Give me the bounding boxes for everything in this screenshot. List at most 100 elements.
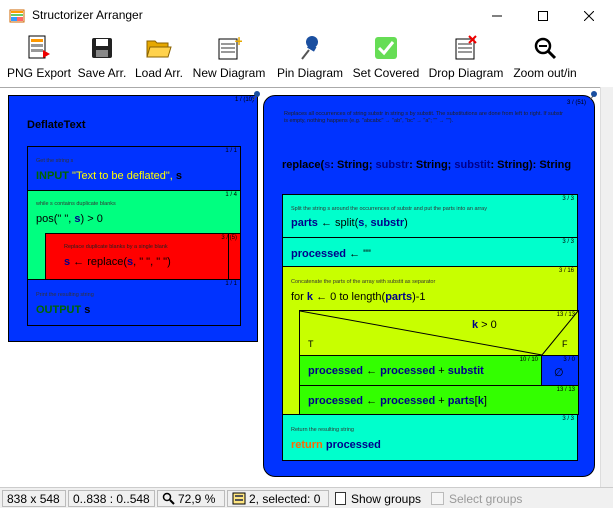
drawing-range: 0..838 : 0..548 bbox=[68, 490, 155, 507]
input-keyword: INPUT bbox=[36, 170, 69, 182]
drop-diagram-icon bbox=[455, 35, 477, 60]
then-branch-assignment[interactable]: 10 / 10 processed ← processed + substit bbox=[299, 355, 542, 386]
if-element[interactable]: 13 / 13 k > 0 T F 10 / 10 processed ← pr… bbox=[299, 310, 579, 386]
zoom-value: 72,9 % bbox=[178, 491, 216, 506]
param-name: substr bbox=[375, 159, 410, 171]
return-element[interactable]: 3 / 3 Return the resulting string return… bbox=[282, 414, 578, 461]
element-counter: 3 / 16 bbox=[558, 268, 574, 274]
title-bar: Structorizer Arranger bbox=[0, 0, 613, 31]
close-button[interactable] bbox=[566, 0, 612, 31]
new-diagram-icon: + bbox=[218, 35, 242, 60]
plus-operator: + bbox=[435, 365, 448, 377]
true-label: T bbox=[308, 339, 314, 349]
init-assignment[interactable]: 3 / 3 processed ← "" bbox=[282, 237, 578, 267]
loop-condition-suffix: ) > 0 bbox=[80, 213, 103, 225]
drawing-size: 838 x 548 bbox=[2, 490, 66, 507]
assign-argument: substit bbox=[447, 365, 484, 377]
assign-args: , " ", " ") bbox=[133, 256, 171, 268]
while-loop[interactable]: 1 / 4 while s contains duplicate blanks … bbox=[27, 190, 241, 280]
show-groups-label: Show groups bbox=[350, 491, 421, 506]
element-comment: Replace duplicate blanks by a single bla… bbox=[64, 244, 168, 250]
else-branch-empty[interactable]: 3 / 0 ∅ bbox=[541, 355, 579, 386]
save-icon bbox=[92, 38, 112, 58]
output-keyword: OUTPUT bbox=[36, 304, 82, 316]
drop-diagram-button[interactable]: Drop Diagram bbox=[426, 34, 506, 84]
maximize-icon bbox=[538, 10, 548, 21]
assign-expression: ← replace( bbox=[70, 256, 127, 268]
close-icon bbox=[584, 10, 594, 21]
new-diagram-button[interactable]: + New Diagram bbox=[190, 34, 268, 84]
zoom-icon bbox=[534, 37, 557, 60]
diagram-deflatetext[interactable]: 1 / (10) DeflateText 1 / 1 Get the strin… bbox=[8, 91, 260, 342]
diagram-replace[interactable]: 3 / (51) Replaces all occurrences of str… bbox=[263, 91, 597, 477]
select-groups-label: Select groups bbox=[449, 491, 523, 506]
param-type: : String; bbox=[409, 159, 455, 171]
element-comment: Get the string s bbox=[36, 158, 74, 164]
vertical-scrollbar[interactable] bbox=[600, 87, 613, 487]
diagram-comment: Replaces all occurrences of string subst… bbox=[284, 111, 563, 124]
if-condition-triangle bbox=[300, 311, 579, 356]
element-comment: Print the resulting string bbox=[36, 292, 94, 298]
checkbox-box[interactable] bbox=[335, 492, 346, 505]
concat-assignment[interactable]: 13 / 13 processed ← processed + parts[k] bbox=[299, 385, 579, 415]
show-groups-checkbox[interactable]: Show groups bbox=[331, 490, 425, 507]
param-type: : String): String bbox=[490, 159, 572, 171]
assign-expression: ← split( bbox=[317, 217, 359, 229]
element-counter: 10 / 10 bbox=[519, 357, 538, 363]
maximize-button[interactable] bbox=[520, 0, 566, 31]
toolbar-label: Load Arr. bbox=[134, 66, 184, 80]
close-paren: ) bbox=[404, 217, 408, 229]
folder-open-icon bbox=[146, 40, 172, 58]
load-arrangement-button[interactable]: Load Arr. bbox=[133, 34, 185, 84]
input-element[interactable]: 1 / 1 Get the string s INPUT "Text to be… bbox=[27, 146, 241, 191]
select-groups-checkbox[interactable]: Select groups bbox=[427, 490, 527, 507]
toolbar: PNG Export Save Arr. Load Arr. + New Dia… bbox=[0, 31, 613, 86]
index-close: ] bbox=[483, 395, 487, 407]
toolbar-label: Drop Diagram bbox=[428, 66, 504, 80]
zoom-button[interactable]: Zoom out/in bbox=[511, 34, 579, 84]
window-title: Structorizer Arranger bbox=[32, 8, 143, 22]
element-counter: 1 / 1 bbox=[225, 281, 237, 287]
png-export-button[interactable]: PNG Export bbox=[6, 34, 72, 84]
for-keyword: for bbox=[291, 291, 307, 303]
assign-argument: substr bbox=[370, 217, 405, 229]
toolbar-label: PNG Export bbox=[6, 66, 72, 80]
input-variable: s bbox=[175, 170, 182, 182]
pin-diagram-button[interactable]: Pin Diagram bbox=[274, 34, 346, 84]
checkbox-box-disabled[interactable] bbox=[431, 492, 444, 505]
empty-set-glyph: ∅ bbox=[554, 367, 564, 379]
split-assignment[interactable]: 3 / 3 Split the string s around the occu… bbox=[282, 194, 578, 238]
assign-operator: ← bbox=[363, 395, 381, 407]
return-variable: processed bbox=[325, 439, 381, 451]
output-element[interactable]: 1 / 1 Print the resulting string OUTPUT … bbox=[27, 279, 241, 326]
pin-icon bbox=[301, 36, 318, 60]
function-name: replace( bbox=[282, 159, 325, 171]
toolbar-label: Pin Diagram bbox=[276, 66, 344, 80]
set-covered-button[interactable]: Set Covered bbox=[350, 34, 422, 84]
loop-range: ← 0 to length( bbox=[313, 291, 386, 303]
assign-argument: processed bbox=[380, 365, 436, 377]
zoom-level: 72,9 % bbox=[157, 490, 225, 507]
pin-marker-icon bbox=[589, 91, 597, 100]
element-counter: 1 / 1 bbox=[225, 148, 237, 154]
diagram-count: 2, selected: 0 bbox=[227, 490, 329, 507]
loop-condition-prefix: pos(" ", bbox=[36, 213, 75, 225]
element-comment: Return the resulting string bbox=[291, 427, 354, 433]
arranger-canvas[interactable]: 1 / (10) DeflateText 1 / 1 Get the strin… bbox=[0, 87, 600, 487]
replace-assignment[interactable]: 3 / (5) Replace duplicate blanks by a si… bbox=[45, 233, 241, 280]
diagram-title: DeflateText bbox=[27, 119, 86, 131]
toolbar-label: Save Arr. bbox=[77, 66, 127, 80]
loop-range-end: )-1 bbox=[412, 291, 426, 303]
element-counter: 3 / 3 bbox=[562, 416, 574, 422]
minimize-button[interactable] bbox=[474, 0, 520, 31]
toolbar-label: New Diagram bbox=[192, 66, 266, 80]
save-arrangement-button[interactable]: Save Arr. bbox=[76, 34, 128, 84]
status-bar: 838 x 548 0..838 : 0..548 72,9 % 2, sele… bbox=[0, 487, 613, 508]
loop-range-variable: parts bbox=[385, 291, 413, 303]
element-comment: while s contains duplicate blanks bbox=[36, 201, 116, 207]
diagram-counter: 3 / (51) bbox=[566, 100, 586, 106]
for-loop[interactable]: 3 / 16 Concatenate the parts of the arra… bbox=[282, 266, 579, 415]
assign-expression: ← "" bbox=[346, 248, 371, 260]
toolbar-label: Zoom out/in bbox=[513, 66, 577, 80]
png-export-icon bbox=[28, 35, 50, 59]
